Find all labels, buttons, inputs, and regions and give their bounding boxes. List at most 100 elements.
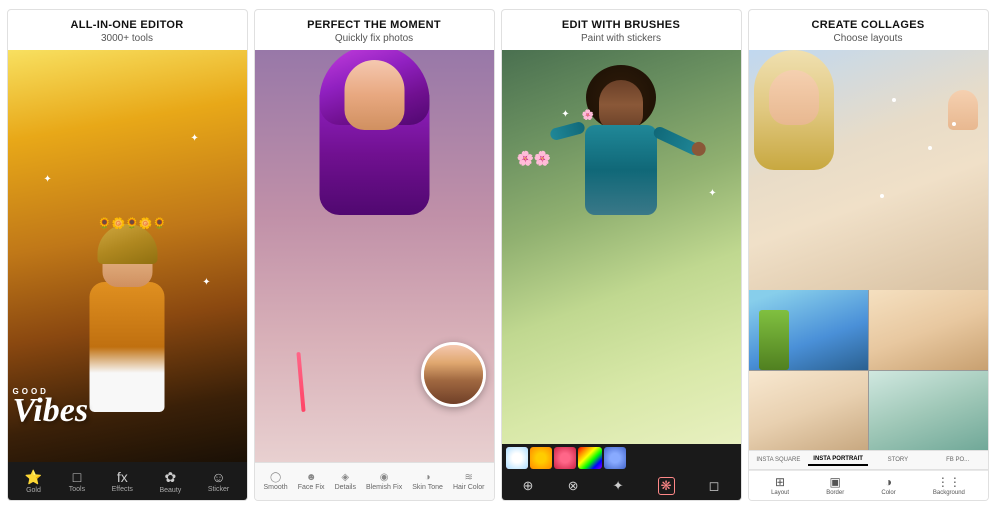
smooth-label: Smooth	[264, 484, 288, 491]
panel3-flowers: 🌸🌸	[517, 150, 552, 167]
panel3-subtitle: Paint with stickers	[512, 33, 731, 44]
haircolor-icon: ≋	[465, 472, 473, 483]
haircolor-label: Hair Color	[453, 484, 485, 491]
panel1-text-overlay: GOOD Vibes	[13, 387, 89, 427]
sticker-label: Sticker	[208, 486, 229, 493]
panel4-title: CREATE COLLAGES	[759, 18, 978, 32]
gold-icon: ⭐	[25, 469, 42, 486]
main-container: ALL-IN-ONE EDITOR 3000+ tools 🌻🌼🌻🌼🌻 GOOD…	[3, 5, 993, 505]
panel1-body	[90, 282, 165, 412]
gold-label: Gold	[26, 487, 41, 494]
skintone-icon: ◑	[425, 472, 431, 483]
panel3-flower2: 🌸	[582, 110, 594, 121]
panel1-toolbar: ⭐ Gold □ Tools fx Effects ✿ Beauty ☺ Sti…	[8, 462, 247, 500]
tab-fb[interactable]: FB PO...	[928, 455, 988, 465]
panel2-head	[334, 50, 414, 155]
toolbar-background[interactable]: ⋮⋮ Background	[933, 475, 965, 496]
panel2-subtitle: Quickly fix photos	[265, 33, 484, 44]
sticker-sparkle[interactable]	[506, 447, 528, 469]
layout-icon: ⊞	[775, 475, 785, 489]
lasso-tool-icon[interactable]: ⊗	[568, 478, 579, 494]
panel4-sparkles	[749, 50, 988, 290]
panel3-shirt	[585, 125, 657, 215]
panel3-sticker-bar	[502, 444, 741, 472]
toolbar-blemish[interactable]: ◉ Blemish Fix	[366, 472, 402, 491]
toolbar-tools[interactable]: □ Tools	[69, 469, 85, 493]
collage-cell-3	[749, 371, 868, 450]
panel4-header: CREATE COLLAGES Choose layouts	[749, 10, 988, 50]
panel3-header: EDIT WITH BRUSHES Paint with stickers	[502, 10, 741, 50]
toolbar-skintone[interactable]: ◑ Skin Tone	[412, 472, 443, 491]
toolbar-sticker[interactable]: ☺ Sticker	[208, 469, 229, 493]
panel1-subtitle: 3000+ tools	[18, 33, 237, 44]
panel4-bottom-toolbar: ⊞ Layout ▣ Border ◑ Color ⋮⋮ Background	[749, 470, 988, 500]
toolbar-details[interactable]: ◈ Details	[335, 472, 356, 491]
collage-cell-1	[749, 290, 868, 369]
erase-tool-icon[interactable]: ◻	[709, 478, 720, 494]
panel1-flower-crown: 🌻🌼🌻🌼🌻	[94, 214, 170, 232]
panel3-afro	[586, 65, 656, 130]
toolbar-gold[interactable]: ⭐ Gold	[25, 469, 42, 494]
toolbar-facefix[interactable]: ☻ Face Fix	[298, 472, 325, 491]
panel-moment: PERFECT THE MOMENT Quickly fix photos	[254, 9, 495, 501]
border-label: Border	[826, 490, 844, 496]
panel2-circle-face	[424, 345, 483, 404]
toolbar-smooth[interactable]: ◯ Smooth	[264, 472, 288, 491]
panel2-toolbar: ◯ Smooth ☻ Face Fix ◈ Details ◉ Blemish …	[255, 462, 494, 500]
sticker-rainbow[interactable]	[578, 447, 602, 469]
skintone-label: Skin Tone	[412, 484, 443, 491]
sticker-heart[interactable]	[554, 447, 576, 469]
sparkle-dot-4	[952, 122, 956, 126]
details-icon: ◈	[341, 472, 349, 483]
tab-story[interactable]: STORY	[868, 455, 928, 465]
panel3-face	[599, 80, 643, 130]
panel1-vibes-text: Vibes	[13, 396, 89, 427]
facefix-label: Face Fix	[298, 484, 325, 491]
toolbar-beauty[interactable]: ✿ Beauty	[159, 469, 181, 494]
panel3-torso	[585, 125, 657, 215]
panel4-photo	[749, 50, 988, 450]
panel3-image: 🌸🌸 🌸 ✦ ✦	[502, 50, 741, 444]
panel4-tabs: INSTA SQUARE INSTA PORTRAIT STORY FB PO.…	[749, 450, 988, 470]
brush-tool-icon[interactable]: ⊕	[523, 478, 534, 494]
sticker-star[interactable]	[530, 447, 552, 469]
layout-label: Layout	[771, 490, 789, 496]
panel2-title: PERFECT THE MOMENT	[265, 18, 484, 32]
background-icon: ⋮⋮	[937, 475, 961, 489]
panel4-grid	[749, 290, 988, 450]
toolbar-border[interactable]: ▣ Border	[826, 475, 844, 496]
panel1-person: 🌻🌼🌻🌼🌻	[85, 232, 170, 432]
adjust-tool-icon[interactable]: ✦	[613, 478, 624, 494]
panel-collages: CREATE COLLAGES Choose layouts	[748, 9, 989, 501]
sticker-bird[interactable]	[604, 447, 626, 469]
panel1-head: 🌻🌼🌻🌼🌻	[102, 232, 152, 287]
panel3-sparkle2: ✦	[708, 188, 716, 199]
active-sticker-tool-icon[interactable]: ❋	[658, 477, 675, 495]
panel4-image	[749, 50, 988, 450]
blemish-icon: ◉	[380, 472, 389, 483]
beauty-label: Beauty	[159, 487, 181, 494]
tab-insta-portrait[interactable]: INSTA PORTRAIT	[808, 454, 868, 466]
panel2-face	[344, 60, 404, 130]
panel4-main-photo	[749, 50, 988, 290]
blemish-label: Blemish Fix	[366, 484, 402, 491]
panel3-photo: 🌸🌸 🌸 ✦ ✦	[502, 50, 741, 444]
facefix-icon: ☻	[306, 472, 317, 483]
sparkle-icon3: ✦	[202, 277, 210, 288]
toolbar-haircolor[interactable]: ≋ Hair Color	[453, 472, 485, 491]
panel-editor: ALL-IN-ONE EDITOR 3000+ tools 🌻🌼🌻🌼🌻 GOOD…	[7, 9, 248, 501]
toolbar-color[interactable]: ◑ Color	[881, 475, 895, 496]
toolbar-effects[interactable]: fx Effects	[112, 469, 133, 493]
sparkle-dot-2	[928, 146, 932, 150]
panel2-image	[255, 50, 494, 462]
panel-brushes: EDIT WITH BRUSHES Paint with stickers	[501, 9, 742, 501]
tab-insta-square[interactable]: INSTA SQUARE	[749, 455, 809, 465]
toolbar-layout[interactable]: ⊞ Layout	[771, 475, 789, 496]
panel4-subtitle: Choose layouts	[759, 33, 978, 44]
panel3-sparkle1: ✦	[561, 109, 569, 120]
panel3-title: EDIT WITH BRUSHES	[512, 18, 731, 32]
panel3-person	[585, 65, 657, 215]
panel1-header: ALL-IN-ONE EDITOR 3000+ tools	[8, 10, 247, 50]
color-icon: ◑	[885, 475, 892, 489]
collage-cell-4	[869, 371, 988, 450]
